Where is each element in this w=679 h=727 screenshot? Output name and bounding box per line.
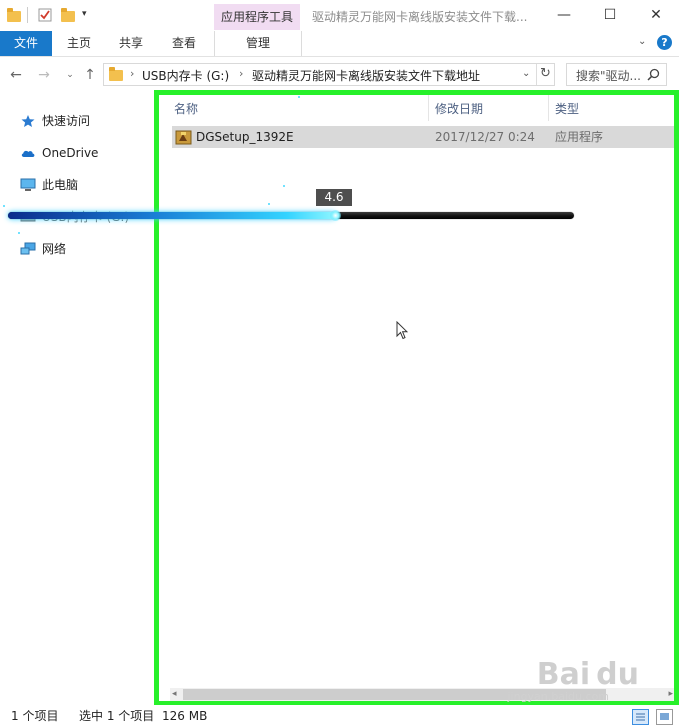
back-arrow-icon[interactable]: ← [6,65,26,85]
computer-icon [20,178,36,192]
context-tab-header: 应用程序工具 [214,4,300,30]
navigation-bar: ← → ⌄ ↑ › USB内存卡 (G:) › 驱动精灵万能网卡离线版安装文件下… [0,57,679,93]
tab-file[interactable]: 文件 [0,31,52,56]
ribbon-tabs: 文件 主页 共享 查看 管理 ⌄ ? [0,31,679,57]
forward-arrow-icon[interactable]: → [34,65,54,85]
refresh-icon[interactable]: ↻ [540,66,551,81]
title-bar: ▾ 应用程序工具 驱动精灵万能网卡离线版安装文件下载... — ☐ ✕ [0,0,679,31]
breadcrumb-item-drive[interactable]: USB内存卡 (G:) [142,67,229,84]
large-icons-view-icon[interactable] [656,709,673,725]
new-folder-icon[interactable] [61,8,75,22]
folder-icon [109,67,123,81]
maximize-button[interactable]: ☐ [587,0,633,31]
up-arrow-icon[interactable]: ↑ [80,65,100,85]
cloud-icon [20,146,36,160]
navigation-pane: 快速访问 OneDrive 此电脑 USB内存卡 (G:) 网络 [0,93,154,705]
highlight-frame [154,90,679,706]
status-item-count: 1 个项目 [11,709,59,723]
status-selected: 选中 1 个项目 [79,709,155,723]
window-title: 驱动精灵万能网卡离线版安装文件下载... [312,10,528,24]
properties-icon[interactable] [38,8,52,22]
customize-toolbar-icon[interactable]: ▾ [82,9,96,23]
search-icon[interactable] [647,68,660,81]
tab-share[interactable]: 共享 [108,31,154,56]
watermark-logo: Bai du [536,657,639,692]
sidebar-item-label: 快速访问 [42,114,91,128]
breadcrumb-item-folder[interactable]: 驱动精灵万能网卡离线版安装文件下载地址 [252,67,480,84]
slider-value-label: 4.6 [316,189,352,206]
star-icon [20,114,36,128]
recent-locations-icon[interactable]: ⌄ [60,65,80,85]
address-dropdown-icon[interactable]: ⌄ [522,68,530,79]
folder-icon [7,8,21,22]
collapse-ribbon-icon[interactable]: ⌄ [638,36,646,47]
tab-manage[interactable]: 管理 [214,31,302,56]
sidebar-item-label: 网络 [42,242,67,256]
minimize-button[interactable]: — [541,0,587,31]
tab-home[interactable]: 主页 [56,31,102,56]
address-bar[interactable]: › USB内存卡 (G:) › 驱动精灵万能网卡离线版安装文件下载地址 ⌄ ↻ [103,63,555,86]
sidebar-item-label: OneDrive [42,146,99,160]
sidebar-item-label: 此电脑 [42,178,79,192]
search-placeholder: 搜索"驱动... [576,69,641,83]
breadcrumb-separator-icon: › [130,67,135,80]
search-input[interactable]: 搜索"驱动... [566,63,667,86]
tab-view[interactable]: 查看 [161,31,207,56]
status-size: 126 MB [162,709,208,723]
close-button[interactable]: ✕ [633,0,679,31]
details-view-icon[interactable] [632,709,649,725]
watermark-url: jingyan.baidu.com [507,690,609,703]
help-icon[interactable]: ? [657,35,672,50]
slider-fill [8,212,337,219]
status-bar: 1 个项目 选中 1 个项目 126 MB [0,705,679,727]
mouse-cursor-icon [396,321,408,340]
breadcrumb-separator-icon: › [239,67,244,80]
network-icon [20,242,36,256]
